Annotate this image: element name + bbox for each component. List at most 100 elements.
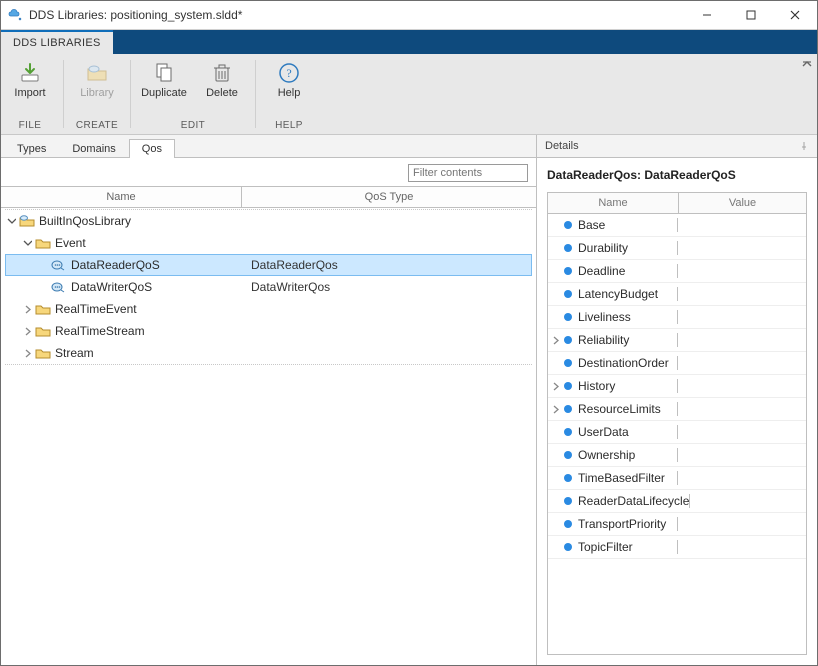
property-row[interactable]: ResourceLimits [548,398,806,421]
column-qos-type[interactable]: QoS Type [242,187,536,207]
expander-icon[interactable] [21,237,33,249]
property-bullet-icon [564,543,572,551]
tree-body[interactable]: BuiltInQosLibraryEventDataReaderQoSDataR… [1,208,536,665]
column-name[interactable]: Name [1,187,242,207]
import-button[interactable]: Import [1,56,59,104]
property-row[interactable]: TopicFilter [548,536,806,559]
property-bullet-icon [564,290,572,298]
property-row[interactable]: TransportPriority [548,513,806,536]
property-bullet-icon [564,244,572,252]
expander-icon[interactable] [550,405,560,414]
tree-row[interactable]: BuiltInQosLibrary [5,210,532,232]
delete-button[interactable]: Delete [193,56,251,104]
tab-domains[interactable]: Domains [59,139,128,158]
property-row[interactable]: Durability [548,237,806,260]
property-row[interactable]: DestinationOrder [548,352,806,375]
library-icon [85,61,109,85]
app-window: DDS Libraries: positioning_system.sldd* … [0,0,818,666]
tree-header: Name QoS Type [1,186,536,208]
ribbon: Import FILE Library CREATE [1,54,817,135]
expander-icon[interactable] [21,325,33,337]
property-name: TimeBasedFilter [578,471,665,485]
expander-icon[interactable] [21,303,33,315]
tree-item-type: DataReaderQos [245,258,532,272]
property-name: Deadline [578,264,625,278]
left-pane: Types Domains Qos Name QoS Type BuiltInQ… [1,135,537,665]
maximize-button[interactable] [729,1,773,29]
prop-column-name[interactable]: Name [548,193,679,213]
property-name: TransportPriority [578,517,666,531]
tree-row[interactable]: RealTimeStream [5,320,532,342]
tree-row[interactable]: Event [5,232,532,254]
property-row[interactable]: Base [548,214,806,237]
property-bullet-icon [564,267,572,275]
property-row[interactable]: History [548,375,806,398]
property-row[interactable]: TimeBasedFilter [548,467,806,490]
property-name: Ownership [578,448,635,462]
property-name: Base [578,218,605,232]
expander-icon[interactable] [5,215,17,227]
filter-input[interactable] [408,164,528,182]
titlebar: DDS Libraries: positioning_system.sldd* [1,1,817,30]
property-bullet-icon [564,221,572,229]
tree-row[interactable]: DataReaderQoSDataReaderQos [5,254,532,276]
property-bullet-icon [564,520,572,528]
property-name: LatencyBudget [578,287,658,301]
property-row[interactable]: UserData [548,421,806,444]
property-name: TopicFilter [578,540,633,554]
folder-icon [35,301,51,317]
details-pane: Details DataReaderQos: DataReaderQoS Nam… [537,135,817,665]
property-row[interactable]: LatencyBudget [548,283,806,306]
expander-icon[interactable] [550,382,560,391]
collapse-ribbon-icon[interactable] [801,58,813,70]
ribbon-tabs: DDS LIBRARIES [1,30,817,54]
delete-icon [210,61,234,85]
tab-types[interactable]: Types [4,139,59,158]
expander-icon[interactable] [21,347,33,359]
sheet-tabs: Types Domains Qos [1,135,536,158]
property-bullet-icon [564,474,572,482]
import-icon [18,61,42,85]
property-name: DestinationOrder [578,356,669,370]
tab-qos[interactable]: Qos [129,139,175,158]
tree-row[interactable]: DataWriterQoSDataWriterQos [5,276,532,298]
close-button[interactable] [773,1,817,29]
tree-item-label: DataWriterQoS [71,280,152,294]
property-row[interactable]: Ownership [548,444,806,467]
minimize-button[interactable] [685,1,729,29]
library-icon [19,213,35,229]
ribbon-group-create: Library CREATE [68,54,126,134]
folder-icon [35,345,51,361]
property-name: Liveliness [578,310,631,324]
pin-icon[interactable] [799,141,809,151]
property-name: History [578,379,615,393]
tree-item-label: Stream [55,346,94,360]
library-button: Library [68,56,126,104]
details-header: Details [537,135,817,158]
qos-icon [51,257,67,273]
ribbon-group-file: Import FILE [1,54,59,134]
ribbon-group-edit: Duplicate Delete EDIT [135,54,251,134]
ribbon-tab-dds-libraries[interactable]: DDS LIBRARIES [1,30,113,54]
tree-row[interactable]: RealTimeEvent [5,298,532,320]
property-name: Durability [578,241,628,255]
property-bullet-icon [564,382,572,390]
property-row[interactable]: Deadline [548,260,806,283]
tree-row[interactable]: Stream [5,342,532,364]
property-bullet-icon [564,405,572,413]
property-name: ReaderDataLifecycle [578,494,689,508]
folder-icon [35,235,51,251]
help-button[interactable]: ? Help [260,56,318,104]
property-row[interactable]: ReaderDataLifecycle [548,490,806,513]
qos-icon [51,279,67,295]
prop-column-value[interactable]: Value [679,193,806,213]
expander-spacer [37,281,49,293]
tree-item-label: RealTimeStream [55,324,145,338]
property-name: Reliability [578,333,629,347]
property-row[interactable]: Reliability [548,329,806,352]
duplicate-button[interactable]: Duplicate [135,56,193,104]
property-bullet-icon [564,359,572,367]
expander-icon[interactable] [550,336,560,345]
property-grid: Name Value Base Durability Deadline Latency… [547,192,807,655]
property-row[interactable]: Liveliness [548,306,806,329]
